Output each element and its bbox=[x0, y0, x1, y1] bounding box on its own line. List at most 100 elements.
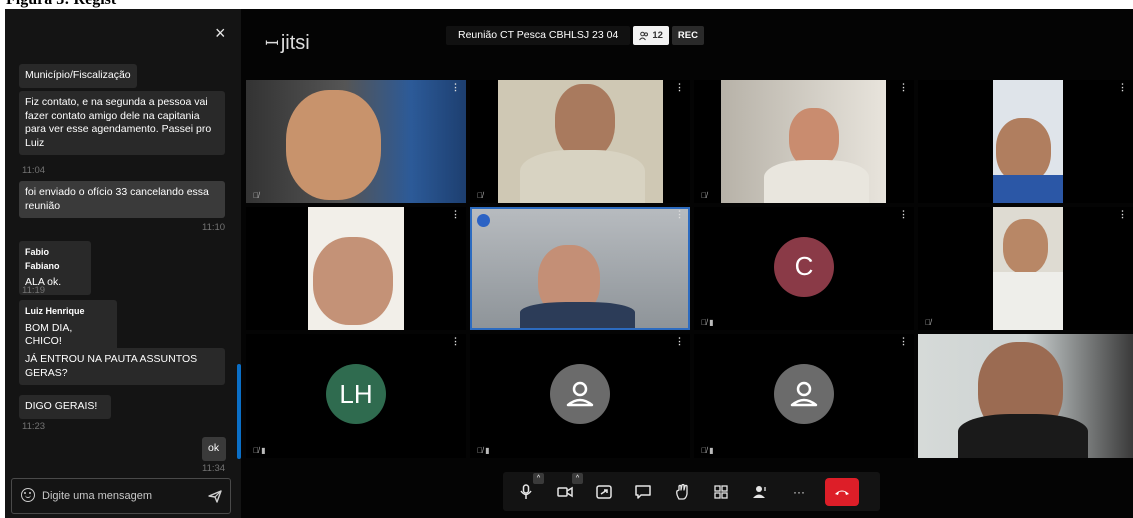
participant-avatar: C bbox=[774, 236, 834, 297]
participant-body bbox=[520, 150, 645, 203]
chat-message: Luiz Henrique BOM DIA, CHICO! bbox=[19, 300, 117, 354]
chat-message: DIGO GERAIS! bbox=[19, 395, 111, 419]
more-icon: ··· bbox=[793, 484, 805, 499]
tile-menu-icon[interactable]: ⋮ bbox=[451, 337, 460, 346]
message-time: 11:04 bbox=[22, 165, 46, 176]
participant-face bbox=[1003, 219, 1048, 274]
hangup-button[interactable] bbox=[825, 477, 859, 506]
message-text: Fiz contato, e na segunda a pessoa vai f… bbox=[25, 96, 212, 149]
participant-tile[interactable]: ⋮ 🎙̸ ▮ bbox=[470, 334, 690, 458]
tile-menu-icon[interactable]: ⋮ bbox=[675, 83, 684, 92]
tile-menu-icon[interactable]: ⋮ bbox=[1118, 83, 1127, 92]
add-person-icon bbox=[753, 485, 766, 498]
camera-icon bbox=[557, 486, 573, 497]
participant-tile[interactable]: ⋮ bbox=[918, 80, 1133, 203]
tile-view-button[interactable] bbox=[706, 477, 736, 507]
tile-menu-icon[interactable]: ⋮ bbox=[899, 83, 908, 92]
participant-tile[interactable]: ⋮ 🎙̸ ▮ bbox=[694, 334, 914, 458]
meeting-title: Reunião CT Pesca CBHLSJ 23 04 bbox=[446, 26, 631, 45]
participant-body bbox=[993, 272, 1063, 330]
tile-menu-icon[interactable]: ⋮ bbox=[451, 83, 460, 92]
participant-body bbox=[520, 302, 635, 328]
chat-input-box bbox=[11, 478, 231, 514]
participant-tile[interactable]: LH ⋮ 🎙̸ ▮ bbox=[246, 334, 466, 458]
participant-tile[interactable]: ⋮ bbox=[246, 207, 466, 330]
more-button[interactable]: ··· bbox=[784, 477, 814, 507]
participant-tile[interactable]: ⋮ 🎙̸ bbox=[918, 207, 1133, 330]
send-icon[interactable] bbox=[207, 488, 223, 504]
chat-message: JÁ ENTROU NA PAUTA ASSUNTOS GERAS? bbox=[19, 348, 225, 385]
message-text: DIGO GERAIS! bbox=[25, 400, 98, 412]
participant-body bbox=[958, 414, 1088, 458]
participant-face bbox=[313, 237, 393, 325]
tile-menu-icon[interactable]: ⋮ bbox=[1118, 210, 1127, 219]
raise-hand-icon bbox=[676, 483, 688, 500]
chevron-up-icon[interactable]: ^ bbox=[533, 472, 544, 484]
message-text: JÁ ENTROU NA PAUTA ASSUNTOS GERAS? bbox=[25, 353, 198, 379]
message-time: 11:10 bbox=[202, 222, 226, 233]
participant-count-badge[interactable]: 12 bbox=[633, 26, 669, 45]
invite-button[interactable] bbox=[745, 477, 775, 507]
microphone-icon bbox=[520, 483, 532, 499]
message-sender: Luiz Henrique bbox=[25, 306, 85, 316]
tile-menu-icon[interactable]: ⋮ bbox=[675, 337, 684, 346]
chat-message-input[interactable] bbox=[42, 487, 192, 505]
participant-face bbox=[555, 84, 615, 159]
message-text: ok bbox=[208, 442, 220, 454]
jitsi-logo-icon: ꟷ bbox=[265, 34, 279, 53]
muted-mic-icon: 🎙̸ bbox=[701, 191, 707, 200]
muted-mic-camera-icon: 🎙̸ ▮ bbox=[477, 446, 490, 455]
chat-message: ok bbox=[202, 437, 226, 461]
message-text: foi enviado o ofício 33 cancelando essa … bbox=[25, 186, 209, 212]
raise-hand-button[interactable] bbox=[667, 477, 697, 507]
conference-toolbar: ^ ^ ··· bbox=[503, 472, 880, 511]
jitsi-logo: ꟷ jitsi bbox=[265, 32, 310, 54]
dominant-speaker-tile[interactable]: ⋮ bbox=[470, 207, 690, 330]
microphone-button[interactable]: ^ bbox=[511, 472, 544, 507]
tile-view-icon bbox=[714, 484, 728, 499]
chat-message: Município/Fiscalização bbox=[19, 64, 137, 88]
message-text: BOM DIA, CHICO! bbox=[25, 321, 73, 348]
message-time: 11:19 bbox=[22, 285, 46, 296]
participant-tile[interactable]: ⋮ 🎙̸ bbox=[246, 80, 466, 203]
participant-tile[interactable]: ⋮ 🎙̸ bbox=[694, 80, 914, 203]
chat-panel: × Município/Fiscalização Fiz contato, e … bbox=[5, 9, 241, 518]
share-screen-icon bbox=[596, 484, 612, 499]
document-caption: Figura 3: Regist bbox=[0, 0, 1133, 9]
chat-button[interactable] bbox=[628, 477, 658, 507]
muted-mic-icon: 🎙̸ bbox=[925, 318, 931, 327]
participant-face bbox=[996, 118, 1051, 183]
chat-icon bbox=[635, 484, 651, 499]
speaker-indicator-icon bbox=[477, 214, 490, 227]
muted-mic-camera-icon: 🎙̸ ▮ bbox=[701, 446, 714, 455]
default-avatar-icon bbox=[550, 364, 610, 424]
tile-menu-icon[interactable]: ⋮ bbox=[675, 210, 684, 219]
conference-area: ꟷ jitsi Reunião CT Pesca CBHLSJ 23 04 12 … bbox=[241, 9, 1133, 518]
tile-menu-icon[interactable]: ⋮ bbox=[451, 210, 460, 219]
participants-icon bbox=[639, 31, 649, 40]
message-text: Município/Fiscalização bbox=[25, 69, 131, 81]
muted-mic-icon: 🎙̸ bbox=[253, 191, 259, 200]
chat-message: foi enviado o ofício 33 cancelando essa … bbox=[19, 181, 225, 218]
emoji-icon[interactable] bbox=[21, 488, 35, 502]
message-time: 11:34 bbox=[202, 463, 226, 474]
hangup-icon bbox=[835, 490, 849, 495]
chat-message: Fiz contato, e na segunda a pessoa vai f… bbox=[19, 91, 225, 155]
muted-mic-camera-icon: 🎙̸ ▮ bbox=[701, 318, 714, 327]
tile-menu-icon[interactable]: ⋮ bbox=[899, 337, 908, 346]
participant-tile[interactable]: C ⋮ 🎙̸ ▮ bbox=[694, 207, 914, 330]
participant-tile[interactable]: ⋮ 🎙̸ bbox=[470, 80, 690, 203]
participant-face bbox=[789, 108, 839, 168]
participant-face bbox=[286, 90, 381, 200]
participant-tile[interactable] bbox=[918, 334, 1133, 458]
chevron-up-icon[interactable]: ^ bbox=[572, 472, 583, 484]
message-time: 11:23 bbox=[22, 421, 46, 432]
tile-menu-icon[interactable]: ⋮ bbox=[899, 210, 908, 219]
share-screen-button[interactable] bbox=[589, 477, 619, 507]
participant-body bbox=[764, 160, 869, 203]
camera-button[interactable]: ^ bbox=[550, 472, 583, 507]
participant-avatar: LH bbox=[326, 364, 386, 424]
participant-body bbox=[993, 175, 1063, 203]
close-chat-icon[interactable]: × bbox=[215, 24, 226, 42]
default-avatar-icon bbox=[774, 364, 834, 424]
